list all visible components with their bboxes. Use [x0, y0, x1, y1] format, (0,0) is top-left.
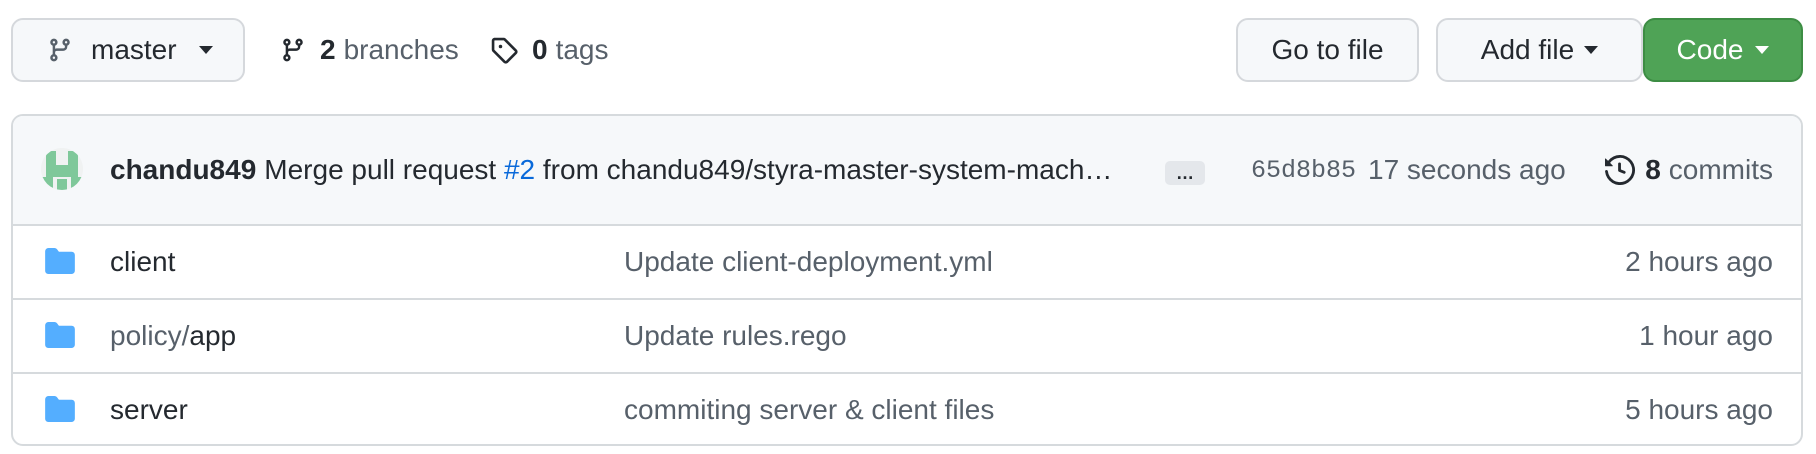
tags-count: 0	[532, 34, 548, 65]
file-name: client	[110, 246, 176, 277]
commit-message-suffix[interactable]: from chandu849/styra-master-system-mach…	[543, 154, 1113, 186]
folder-icon	[45, 248, 75, 281]
go-to-file-button[interactable]: Go to file	[1236, 18, 1419, 82]
file-browser: chandu849 Merge pull request #2 from cha…	[11, 114, 1803, 446]
branches-label: branches	[343, 34, 459, 65]
tags-label: tags	[555, 34, 609, 65]
code-button[interactable]: Code	[1643, 18, 1803, 82]
chevron-down-icon	[1755, 46, 1770, 54]
file-commit-message[interactable]: commiting server & client files	[624, 394, 994, 426]
branch-label: master	[91, 34, 177, 65]
folder-icon	[45, 322, 75, 355]
file-commit-message[interactable]: Update client-deployment.yml	[624, 246, 993, 278]
commit-message: chandu849 Merge pull request #2 from cha…	[110, 116, 1112, 224]
avatar[interactable]	[41, 148, 83, 190]
commit-message-prefix[interactable]: Merge pull request	[264, 154, 496, 186]
latest-commit-bar: chandu849 Merge pull request #2 from cha…	[13, 116, 1801, 226]
file-commit-message[interactable]: Update rules.rego	[624, 320, 847, 352]
file-name-prefix: policy/	[110, 320, 190, 351]
chevron-down-icon	[1584, 46, 1599, 54]
chevron-down-icon	[198, 46, 213, 54]
commit-time[interactable]: 17 seconds ago	[1368, 116, 1566, 224]
table-row[interactable]: client Update client-deployment.yml 2 ho…	[13, 226, 1801, 300]
git-branch-icon	[47, 36, 73, 64]
expand-commit-message-button[interactable]: …	[1165, 161, 1205, 185]
branches-link[interactable]: 2 branches	[280, 18, 459, 82]
file-commit-time: 5 hours ago	[1625, 394, 1773, 425]
history-icon	[1605, 155, 1636, 185]
branches-count: 2	[320, 34, 336, 65]
branch-select-button[interactable]: master	[11, 18, 245, 82]
commit-sha-link[interactable]: 65d8b85	[1251, 116, 1356, 224]
add-file-label: Add file	[1480, 34, 1575, 65]
commit-author-link[interactable]: chandu849	[110, 154, 256, 186]
file-name: app	[189, 320, 237, 351]
table-row[interactable]: server commiting server & client files 5…	[13, 374, 1801, 444]
add-file-button[interactable]: Add file	[1436, 18, 1643, 82]
file-name-link[interactable]: server	[110, 394, 188, 426]
commits-history-link[interactable]: 8 commits	[1605, 116, 1773, 224]
tags-link[interactable]: 0 tags	[490, 18, 609, 82]
pull-request-link[interactable]: #2	[504, 154, 535, 186]
table-row[interactable]: policy/app Update rules.rego 1 hour ago	[13, 300, 1801, 374]
file-name-link[interactable]: client	[110, 246, 175, 278]
commits-count: 8	[1645, 154, 1661, 185]
git-branch-icon	[280, 36, 306, 64]
go-to-file-label: Go to file	[1271, 34, 1384, 65]
code-label: Code	[1676, 34, 1744, 65]
file-name-link[interactable]: policy/app	[110, 320, 236, 352]
file-commit-time: 2 hours ago	[1625, 246, 1773, 277]
file-name: server	[110, 394, 188, 425]
tag-icon	[490, 36, 518, 64]
folder-icon	[45, 396, 75, 429]
file-commit-time: 1 hour ago	[1639, 320, 1773, 351]
commits-label: commits	[1668, 154, 1773, 185]
